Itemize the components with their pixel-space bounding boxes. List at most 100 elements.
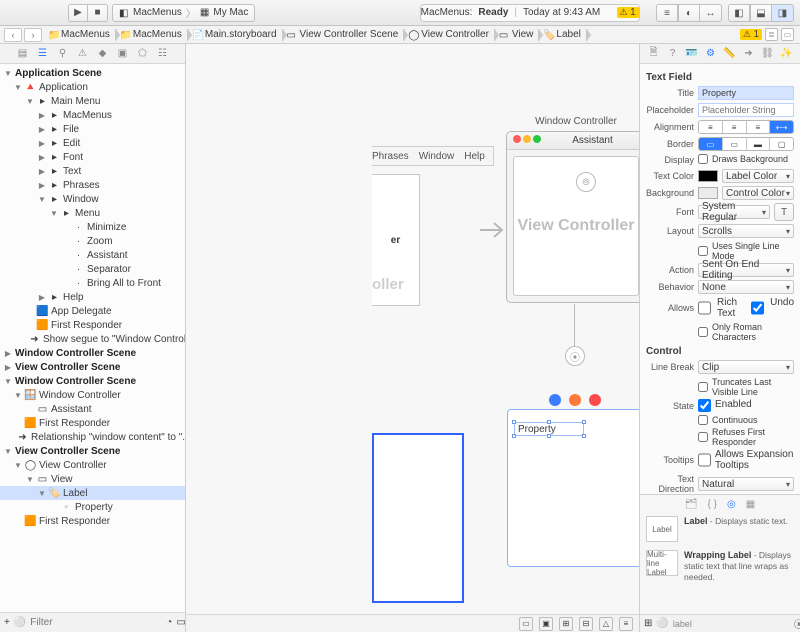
library-tab-bar[interactable]: 🗂 { } ◎ ▦ bbox=[646, 499, 794, 510]
identity-inspector-icon[interactable]: 🪪 bbox=[686, 48, 698, 60]
tree-row-20[interactable]: ▶Window Controller Scene bbox=[0, 346, 185, 360]
tree-row-5[interactable]: ▶▸Edit bbox=[0, 136, 185, 150]
exit-icon[interactable] bbox=[589, 394, 601, 406]
storyboard-canvas[interactable]: Phrases Window Help er oller Window Cont… bbox=[186, 44, 640, 632]
offscreen-vc-bottom[interactable] bbox=[372, 433, 464, 603]
tree-row-15[interactable]: ·Bring All to Front bbox=[0, 276, 185, 290]
help-inspector-icon[interactable]: ? bbox=[667, 48, 679, 60]
relationship-icon[interactable]: ⦿ bbox=[565, 346, 585, 366]
tree-row-28[interactable]: ▼◯View Controller bbox=[0, 458, 185, 472]
jumpbar-warning[interactable]: ⚠ 1 bbox=[740, 29, 762, 40]
stack-icon[interactable]: ≡ bbox=[619, 617, 633, 631]
tree-row-30[interactable]: ▼🏷️Label bbox=[0, 486, 185, 500]
adjust-editor-icon[interactable]: ▭ bbox=[781, 28, 794, 41]
toggle-inspector-icon[interactable]: ◨ bbox=[772, 4, 794, 22]
tree-row-16[interactable]: ▶▸Help bbox=[0, 290, 185, 304]
truncates-check[interactable] bbox=[698, 382, 708, 392]
issue-nav-icon[interactable]: ⚠ bbox=[77, 48, 88, 59]
tree-row-12[interactable]: ·Zoom bbox=[0, 234, 185, 248]
refuses-fr-check[interactable] bbox=[698, 432, 708, 442]
tree-row-26[interactable]: ➜Relationship "window content" to "... bbox=[0, 430, 185, 444]
tree-row-9[interactable]: ▼▸Window bbox=[0, 192, 185, 206]
view-controller-scene[interactable]: Property bbox=[507, 394, 640, 567]
font-combo[interactable]: System Regular bbox=[698, 205, 770, 219]
crumb-0[interactable]: 📁MacMenus bbox=[44, 26, 116, 43]
file-inspector-icon[interactable]: 🗎 bbox=[648, 48, 660, 60]
clear-filter-icon[interactable]: ⓧ bbox=[794, 616, 800, 631]
linebreak-combo[interactable]: Clip bbox=[698, 360, 794, 374]
menu-bar-scene[interactable]: Phrases Window Help bbox=[372, 146, 494, 166]
tree-row-24[interactable]: ▭Assistant bbox=[0, 402, 185, 416]
tree-row-23[interactable]: ▼🪟Window Controller bbox=[0, 388, 185, 402]
textdir-combo[interactable]: Natural bbox=[698, 477, 794, 491]
tree-row-18[interactable]: 🟧First Responder bbox=[0, 318, 185, 332]
undo-check[interactable] bbox=[751, 297, 764, 319]
attributes-inspector-icon[interactable]: ⚙ bbox=[705, 48, 717, 60]
report-nav-icon[interactable]: ☷ bbox=[157, 48, 168, 59]
tree-row-4[interactable]: ▶▸File bbox=[0, 122, 185, 136]
tree-row-27[interactable]: ▼View Controller Scene bbox=[0, 444, 185, 458]
font-panel-button[interactable]: T bbox=[774, 203, 794, 221]
crumb-5[interactable]: ▭View bbox=[495, 26, 540, 43]
run-button[interactable]: ▶ bbox=[68, 4, 88, 22]
trait-variation-icon[interactable]: ▭ bbox=[519, 617, 533, 631]
inspector-tab-bar[interactable]: 🗎 ? 🪪 ⚙ 📏 ➜ ⛓ ✨ bbox=[640, 44, 800, 64]
crumb-1[interactable]: 📁MacMenus bbox=[116, 26, 188, 43]
expansion-tooltip-check[interactable] bbox=[698, 449, 711, 471]
library-filter-input[interactable] bbox=[673, 619, 790, 629]
bg-color-swatch[interactable] bbox=[698, 187, 718, 199]
run-stop-segment[interactable]: ▶ ■ bbox=[68, 4, 108, 22]
grid-view-icon[interactable]: ⊞ bbox=[644, 618, 652, 629]
window-controller-scene[interactable]: Window Controller Assistant View Control… bbox=[506, 116, 640, 303]
tree-row-11[interactable]: ·Minimize bbox=[0, 220, 185, 234]
connections-inspector-icon[interactable]: ➜ bbox=[743, 48, 755, 60]
vc-object-icon[interactable] bbox=[549, 394, 561, 406]
scm-filter-icon[interactable]: ▭ bbox=[176, 617, 185, 628]
resolve-icon[interactable]: △ bbox=[599, 617, 613, 631]
outline-toggle-icon[interactable]: ≣ bbox=[765, 28, 778, 41]
version-editor-icon[interactable]: ↔ bbox=[700, 4, 722, 22]
roman-only-check[interactable] bbox=[698, 327, 708, 337]
embed-icon[interactable]: ▣ bbox=[539, 617, 553, 631]
navigator-tab-bar[interactable]: ▤ ☰ ⚲ ⚠ ◆ ▣ ⬠ ☷ bbox=[0, 44, 185, 64]
action-combo[interactable]: Sent On End Editing bbox=[698, 263, 794, 277]
single-line-check[interactable] bbox=[698, 246, 708, 256]
editor-mode-segment[interactable]: ≡ ◐ ↔ bbox=[656, 4, 722, 22]
menu-window[interactable]: Window bbox=[419, 151, 455, 162]
tree-row-14[interactable]: ·Separator bbox=[0, 262, 185, 276]
tree-row-7[interactable]: ▶▸Text bbox=[0, 164, 185, 178]
tree-row-2[interactable]: ▼▸Main Menu bbox=[0, 94, 185, 108]
file-template-icon[interactable]: 🗂 bbox=[685, 499, 698, 510]
warning-badge[interactable]: ⚠ 1 bbox=[617, 7, 639, 18]
scheme-selector[interactable]: ◧ MacMenus 〉 ▦ My Mac bbox=[112, 4, 255, 22]
enabled-check[interactable] bbox=[698, 399, 711, 412]
crumb-4[interactable]: ◯View Controller bbox=[404, 26, 495, 43]
alignment-segment[interactable]: ≡≡≡⟷ bbox=[698, 120, 794, 134]
document-outline[interactable]: ▼Application Scene▼🔺Application▼▸Main Me… bbox=[0, 64, 185, 612]
border-segment[interactable]: ▭▭▬▢ bbox=[698, 137, 794, 151]
debug-nav-icon[interactable]: ▣ bbox=[117, 48, 128, 59]
rich-text-check[interactable] bbox=[698, 297, 711, 319]
text-color-combo[interactable]: Label Color bbox=[722, 169, 794, 183]
activity-status[interactable]: MacMenus: Ready | Today at 9:43 AM ⚠ 1 bbox=[420, 4, 640, 22]
tree-row-10[interactable]: ▼▸Menu bbox=[0, 206, 185, 220]
crumb-2[interactable]: 📄Main.storyboard bbox=[188, 26, 283, 43]
tree-row-29[interactable]: ▼▭View bbox=[0, 472, 185, 486]
library-item-wrapping-label[interactable]: Multi-line Label Wrapping Label - Displa… bbox=[646, 550, 794, 583]
stop-button[interactable]: ■ bbox=[88, 4, 108, 22]
segue-connector-icon[interactable]: ⦾ bbox=[576, 172, 596, 192]
tree-row-21[interactable]: ▶View Controller Scene bbox=[0, 360, 185, 374]
tree-row-31[interactable]: ▫️Property bbox=[0, 500, 185, 514]
media-library-icon[interactable]: ▦ bbox=[746, 499, 755, 510]
tree-row-6[interactable]: ▶▸Font bbox=[0, 150, 185, 164]
tree-row-1[interactable]: ▼🔺Application bbox=[0, 80, 185, 94]
tree-row-8[interactable]: ▶▸Phrases bbox=[0, 178, 185, 192]
object-library-icon[interactable]: ◎ bbox=[727, 499, 736, 510]
crumb-3[interactable]: ▭View Controller Scene bbox=[283, 26, 405, 43]
pin-icon[interactable]: ⊟ bbox=[579, 617, 593, 631]
menu-help[interactable]: Help bbox=[464, 151, 485, 162]
back-button[interactable]: ‹ bbox=[4, 28, 22, 42]
breakpoint-nav-icon[interactable]: ⬠ bbox=[137, 48, 148, 59]
bg-color-combo[interactable]: Control Color bbox=[722, 186, 794, 200]
code-snippet-icon[interactable]: { } bbox=[708, 499, 717, 510]
